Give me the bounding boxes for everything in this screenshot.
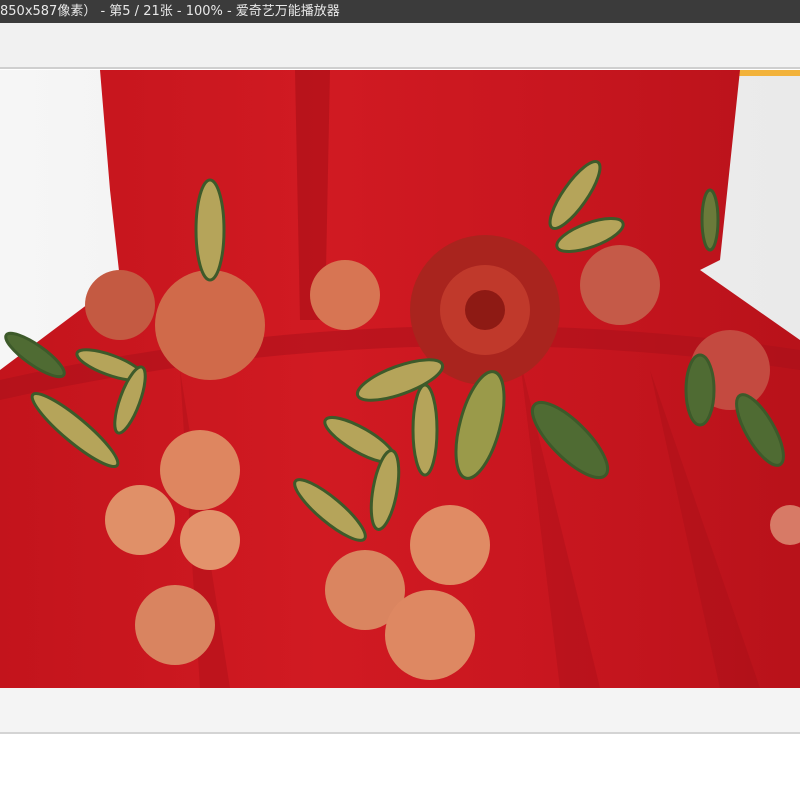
viewer-bottom-bar [0, 688, 800, 734]
image-canvas[interactable] [0, 70, 800, 688]
window-title-bar: 850x587像素） - 第5 / 21张 - 100% - 爱奇艺万能播放器 [0, 0, 800, 23]
window-title: 850x587像素） - 第5 / 21张 - 100% - 爱奇艺万能播放器 [0, 4, 340, 19]
viewer-toolbar-area [0, 23, 800, 69]
dress-photo [0, 70, 800, 688]
